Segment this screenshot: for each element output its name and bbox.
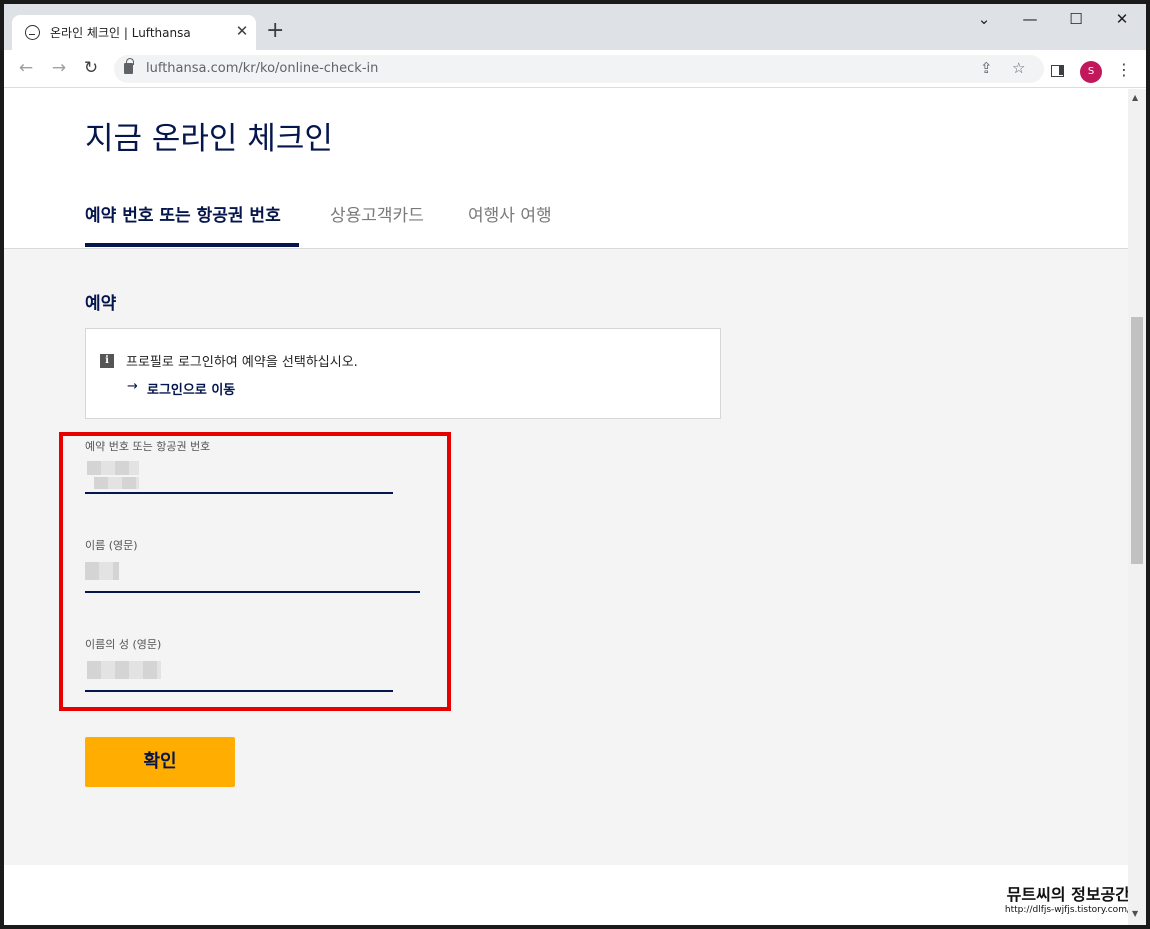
booking-number-label: 예약 번호 또는 항공권 번호 bbox=[85, 440, 211, 453]
scroll-up-icon[interactable]: ▲ bbox=[1132, 93, 1138, 102]
back-icon[interactable]: ← bbox=[16, 58, 36, 78]
redacted-value bbox=[85, 562, 119, 580]
minimize-icon[interactable]: — bbox=[1020, 10, 1040, 28]
forward-icon[interactable]: → bbox=[49, 58, 69, 78]
reload-icon[interactable]: ↻ bbox=[81, 58, 101, 78]
lufthansa-crane-icon bbox=[25, 25, 40, 40]
redacted-value bbox=[94, 477, 139, 489]
tab-frequent-flyer[interactable]: 상용고객카드 bbox=[330, 201, 424, 226]
url-text[interactable]: lufthansa.com/kr/ko/online-check-in bbox=[146, 61, 378, 76]
info-icon: i bbox=[100, 354, 114, 368]
watermark-url: http://dlfjs-wjfjs.tistory.com/ bbox=[1004, 905, 1128, 915]
page-title: 지금 온라인 체크인 bbox=[85, 121, 333, 157]
window-close-icon[interactable]: ✕ bbox=[1112, 10, 1132, 28]
lock-icon bbox=[124, 58, 134, 74]
address-bar[interactable]: lufthansa.com/kr/ko/online-check-in ⇪ ☆ bbox=[114, 55, 1044, 83]
checkin-header: 지금 온라인 체크인 예약 번호 또는 항공권 번호 상용고객카드 여행사 여행 bbox=[4, 89, 1128, 249]
tab-travel-agency[interactable]: 여행사 여행 bbox=[468, 201, 552, 226]
checkin-form-area: 예약 i 프로필로 로그인하여 예약을 선택하십시오. → 로그인으로 이동 예… bbox=[4, 249, 1128, 865]
watermark: 뮤트씨의 정보공간 http://dlfjs-wjfjs.tistory.com… bbox=[970, 881, 1128, 915]
tab-title: 온라인 체크인 | Lufthansa bbox=[50, 26, 191, 40]
redacted-value bbox=[87, 461, 139, 475]
first-name-underline bbox=[85, 591, 420, 593]
redacted-value bbox=[87, 661, 161, 679]
login-link[interactable]: 로그인으로 이동 bbox=[147, 379, 235, 398]
active-tab-indicator bbox=[85, 243, 299, 247]
tab-search-icon[interactable]: ⌄ bbox=[974, 10, 994, 28]
page-content: 지금 온라인 체크인 예약 번호 또는 항공권 번호 상용고객카드 여행사 여행… bbox=[4, 89, 1128, 925]
scroll-thumb[interactable] bbox=[1131, 317, 1143, 564]
browser-window: 온라인 체크인 | Lufthansa ✕ + ⌄ — ☐ ✕ ← → ↻ lu… bbox=[4, 4, 1146, 925]
arrow-right-icon: → bbox=[127, 379, 138, 394]
share-icon[interactable]: ⇪ bbox=[980, 59, 993, 77]
browser-tab[interactable]: 온라인 체크인 | Lufthansa ✕ bbox=[12, 15, 256, 50]
bookmark-star-icon[interactable]: ☆ bbox=[1012, 59, 1025, 77]
side-panel-icon[interactable] bbox=[1051, 65, 1064, 77]
page-scrollbar[interactable]: ▲ ▼ bbox=[1128, 89, 1146, 925]
more-menu-icon[interactable]: ⋮ bbox=[1116, 60, 1132, 79]
profile-avatar[interactable]: S bbox=[1080, 61, 1102, 83]
tab-strip: 온라인 체크인 | Lufthansa ✕ + ⌄ — ☐ ✕ bbox=[4, 4, 1146, 50]
booking-number-underline bbox=[85, 492, 393, 494]
new-tab-icon[interactable]: + bbox=[266, 20, 284, 42]
last-name-underline bbox=[85, 690, 393, 692]
first-name-input[interactable] bbox=[85, 559, 420, 587]
tab-booking-number[interactable]: 예약 번호 또는 항공권 번호 bbox=[85, 201, 281, 226]
first-name-label: 이름 (영문) bbox=[85, 539, 138, 552]
scroll-down-icon[interactable]: ▼ bbox=[1132, 909, 1138, 918]
login-info-box: i 프로필로 로그인하여 예약을 선택하십시오. → 로그인으로 이동 bbox=[85, 328, 721, 419]
section-heading: 예약 bbox=[85, 294, 117, 314]
close-tab-icon[interactable]: ✕ bbox=[234, 22, 250, 40]
info-text: 프로필로 로그인하여 예약을 선택하십시오. bbox=[126, 355, 358, 370]
browser-toolbar: ← → ↻ lufthansa.com/kr/ko/online-check-i… bbox=[4, 50, 1146, 88]
maximize-icon[interactable]: ☐ bbox=[1066, 10, 1086, 28]
watermark-title: 뮤트씨의 정보공간 bbox=[1006, 885, 1128, 904]
last-name-label: 이름의 성 (영문) bbox=[85, 638, 162, 651]
confirm-button[interactable]: 확인 bbox=[85, 737, 235, 787]
